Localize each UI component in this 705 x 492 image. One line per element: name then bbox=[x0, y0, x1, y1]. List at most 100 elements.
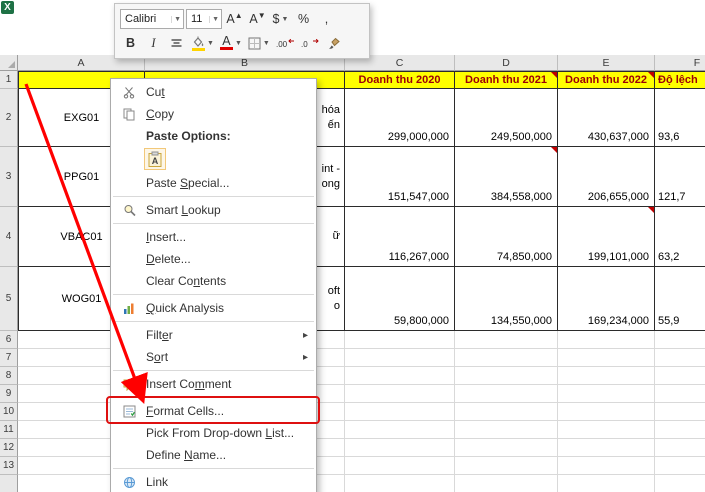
menu-separator bbox=[113, 321, 314, 322]
row-header-3[interactable]: 3 bbox=[0, 147, 18, 207]
accounting-number-format-button[interactable]: $ ▼ bbox=[270, 9, 291, 30]
cell-D1[interactable]: Doanh thu 2021 bbox=[455, 71, 558, 89]
menu-item-label: Paste Special... bbox=[146, 176, 230, 190]
row-header-9[interactable]: 9 bbox=[0, 385, 18, 403]
cell-F1[interactable]: Độ lệch bbox=[655, 71, 705, 89]
row-header-12[interactable]: 12 bbox=[0, 439, 18, 457]
menu-item-filter[interactable]: Filter ▸ bbox=[111, 324, 316, 346]
grid-cell bbox=[345, 457, 455, 475]
grid-cell bbox=[345, 349, 455, 367]
menu-item-cut[interactable]: Cut bbox=[111, 81, 316, 103]
cell-F5[interactable]: 55,9 bbox=[655, 267, 705, 331]
row-header-14[interactable] bbox=[0, 475, 18, 492]
menu-item-label: Insert... bbox=[146, 230, 187, 244]
grid-cell bbox=[655, 439, 705, 457]
row-header-1[interactable]: 1 bbox=[0, 71, 18, 89]
row-header-10[interactable]: 10 bbox=[0, 403, 18, 421]
row-header-4[interactable]: 4 bbox=[0, 207, 18, 267]
menu-item-quick-analysis[interactable]: Quick Analysis bbox=[111, 297, 316, 319]
menu-item-label: Cut bbox=[146, 85, 165, 99]
row-header-6[interactable]: 6 bbox=[0, 331, 18, 349]
column-header-D[interactable]: D bbox=[455, 55, 558, 71]
increase-decimal-button[interactable]: .00 bbox=[274, 33, 297, 54]
menu-item-insert-comment[interactable]: Insert Comment bbox=[111, 373, 316, 395]
product-name-fragment: ữ bbox=[332, 230, 340, 242]
font-color-button[interactable]: A ▼ bbox=[218, 33, 244, 54]
center-text-button[interactable] bbox=[166, 33, 187, 54]
row-header-7[interactable]: 7 bbox=[0, 349, 18, 367]
menu-item-delete[interactable]: Delete... bbox=[111, 248, 316, 270]
cell-C2[interactable]: 299,000,000 bbox=[345, 89, 455, 147]
row-header-2[interactable]: 2 bbox=[0, 89, 18, 147]
comma-style-button[interactable]: , bbox=[316, 9, 337, 30]
cell-C3[interactable]: 151,547,000 bbox=[345, 147, 455, 207]
menu-item-smart-lookup[interactable]: Smart Lookup bbox=[111, 199, 316, 221]
brush-icon bbox=[328, 37, 341, 50]
cell-D3[interactable]: 384,558,000 bbox=[455, 147, 558, 207]
toolbar-row: Calibri ▼ 11 ▼ A ▲ A ▼ $ ▼%, bbox=[120, 7, 364, 31]
menu-separator bbox=[113, 370, 314, 371]
toolbar-row: B I ▼ A ▼ ▼ .00.0 bbox=[120, 31, 364, 55]
svg-text:.0: .0 bbox=[301, 40, 308, 49]
cell-E2[interactable]: 430,637,000 bbox=[558, 89, 655, 147]
chevron-down-icon: ▼ bbox=[262, 39, 270, 47]
cell-F4[interactable]: 63,2 bbox=[655, 207, 705, 267]
cell-E3[interactable]: 206,655,000 bbox=[558, 147, 655, 207]
grid-cell bbox=[655, 331, 705, 349]
cell-D5[interactable]: 134,550,000 bbox=[455, 267, 558, 331]
menu-item-sort[interactable]: Sort ▸ bbox=[111, 346, 316, 368]
cell-E1[interactable]: Doanh thu 2022 bbox=[558, 71, 655, 89]
menu-item-clear-contents[interactable]: Clear Contents bbox=[111, 270, 316, 292]
cell-F3[interactable]: 121,7 bbox=[655, 147, 705, 207]
menu-item-insert[interactable]: Insert... bbox=[111, 226, 316, 248]
inc-decimal-icon: .00 bbox=[276, 37, 295, 49]
menu-item-pick-from-dropdown-list[interactable]: Pick From Drop-down List... bbox=[111, 422, 316, 444]
fill-color-button[interactable]: ▼ bbox=[189, 33, 216, 54]
percent-style-button[interactable]: % bbox=[293, 9, 314, 30]
paste-option-paste[interactable]: A bbox=[144, 148, 166, 170]
grid-cell bbox=[455, 457, 558, 475]
grow-font-button[interactable]: A ▲ bbox=[224, 9, 245, 30]
italic-button[interactable]: I bbox=[143, 33, 164, 54]
dec-decimal-icon: .0 bbox=[301, 37, 320, 49]
menu-item-paste-special[interactable]: Paste Special... bbox=[111, 172, 316, 194]
row-header-8[interactable]: 8 bbox=[0, 367, 18, 385]
row-header-5[interactable]: 5 bbox=[0, 267, 18, 331]
grid-cell bbox=[455, 349, 558, 367]
grid-cell bbox=[655, 349, 705, 367]
cell-D2[interactable]: 249,500,000 bbox=[455, 89, 558, 147]
row-header-11[interactable]: 11 bbox=[0, 421, 18, 439]
grid-cell bbox=[655, 385, 705, 403]
font-size-select[interactable]: 11 ▼ bbox=[186, 9, 222, 29]
product-name-fragment: int - bbox=[321, 162, 340, 175]
cell-C5[interactable]: 59,800,000 bbox=[345, 267, 455, 331]
cell-D4[interactable]: 74,850,000 bbox=[455, 207, 558, 267]
shrink-font-button[interactable]: A ▼ bbox=[247, 9, 268, 30]
menu-item-format-cells[interactable]: Format Cells... bbox=[111, 400, 316, 422]
bold-button[interactable]: B bbox=[120, 33, 141, 54]
menu-item-define-name[interactable]: Define Name... bbox=[111, 444, 316, 466]
bucket-icon bbox=[191, 36, 205, 48]
menu-item-label: Copy bbox=[146, 107, 175, 121]
row-header-13[interactable]: 13 bbox=[0, 457, 18, 475]
cell-C1[interactable]: Doanh thu 2020 bbox=[345, 71, 455, 89]
cell-E5[interactable]: 169,234,000 bbox=[558, 267, 655, 331]
grid-cell bbox=[558, 385, 655, 403]
decrease-decimal-button[interactable]: .0 bbox=[299, 33, 322, 54]
menu-item-label: Insert Comment bbox=[146, 377, 232, 391]
svg-text:A: A bbox=[152, 156, 159, 166]
font-size-select-value: 11 bbox=[191, 13, 203, 25]
menu-item-link[interactable]: Link bbox=[111, 471, 316, 492]
font-name-select[interactable]: Calibri ▼ bbox=[120, 9, 184, 29]
excel-logo: X bbox=[1, 1, 14, 14]
select-all-corner[interactable] bbox=[0, 55, 18, 71]
cell-E4[interactable]: 199,101,000 bbox=[558, 207, 655, 267]
cell-F2[interactable]: 93,6 bbox=[655, 89, 705, 147]
chevron-down-icon: ▼ bbox=[234, 39, 242, 47]
cell-C4[interactable]: 116,267,000 bbox=[345, 207, 455, 267]
menu-item-copy[interactable]: Copy bbox=[111, 103, 316, 125]
column-header-E[interactable]: E bbox=[558, 55, 655, 71]
borders-button[interactable]: ▼ bbox=[246, 33, 272, 54]
column-header-F[interactable]: F bbox=[655, 55, 705, 71]
format-painter-button[interactable] bbox=[324, 33, 345, 54]
